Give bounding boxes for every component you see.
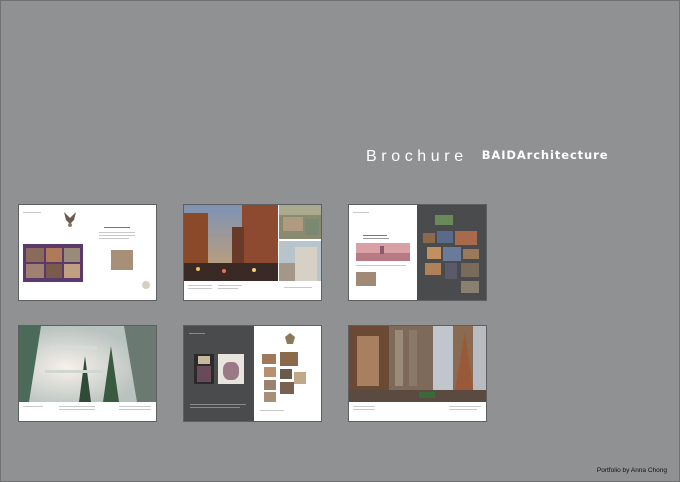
brochure-spread-1[interactable] <box>18 204 157 301</box>
dark-panel <box>184 326 254 421</box>
portfolio-credit: Portfolio by Anna Chong <box>596 467 667 474</box>
ornament-emblem <box>62 210 78 228</box>
small-photo <box>356 272 376 286</box>
purple-photo-panel <box>23 244 83 282</box>
brochure-spread-5[interactable] <box>183 325 322 422</box>
small-emblem <box>142 281 150 289</box>
brochure-spread-4[interactable] <box>18 325 157 422</box>
emblem-icon <box>284 332 296 346</box>
aerial-photo <box>279 205 321 239</box>
brochure-spread-2[interactable] <box>183 204 322 301</box>
title-brochure: Brochure <box>366 148 468 165</box>
street-photo <box>184 205 278 281</box>
building-photo <box>279 241 321 281</box>
small-photo <box>111 250 133 270</box>
brochure-spread-6[interactable] <box>348 325 487 422</box>
title-brand: BAIDArchitecture <box>481 148 609 162</box>
city-towers-photo <box>349 326 486 402</box>
brochure-spread-3[interactable] <box>348 204 487 301</box>
dark-panel <box>417 205 486 300</box>
forest-atrium-photo <box>19 326 156 402</box>
pink-landscape-photo <box>356 243 410 261</box>
brochure-title: Brochure BAIDArchitecture <box>366 148 608 166</box>
